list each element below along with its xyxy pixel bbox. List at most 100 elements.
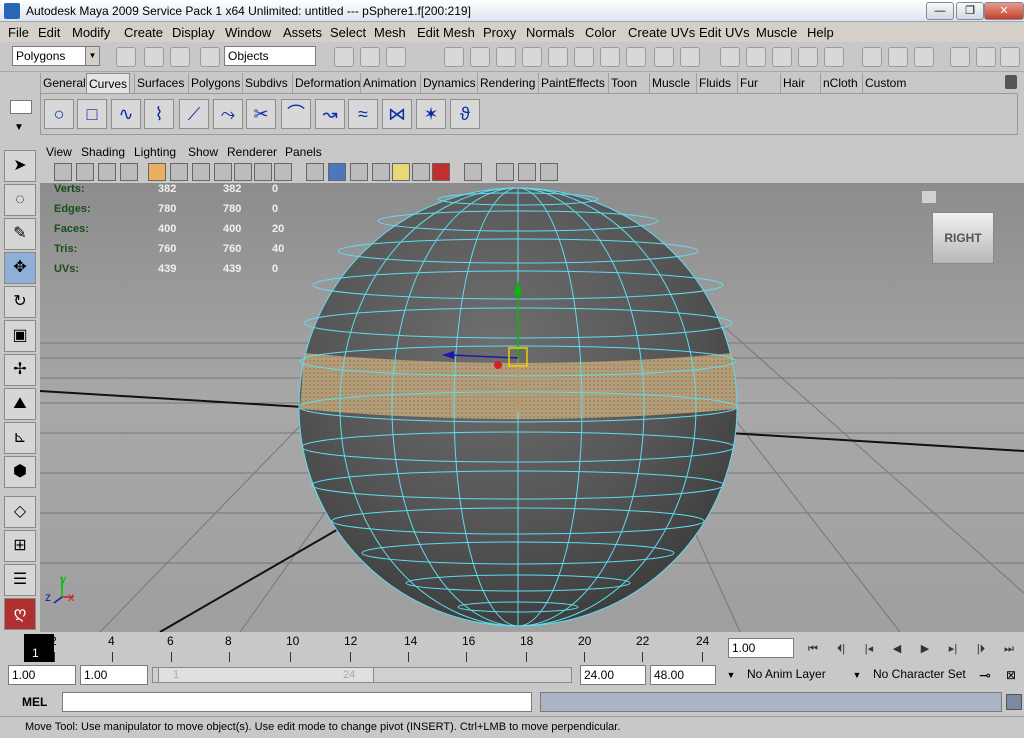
playback-end-field[interactable]: 24.00: [580, 665, 646, 685]
menu-window[interactable]: Window: [225, 25, 271, 40]
current-time-field[interactable]: 1.00: [728, 638, 794, 658]
scale-tool-icon[interactable]: ▣: [4, 320, 36, 352]
playback-start-field[interactable]: 1.00: [80, 665, 148, 685]
textured-icon[interactable]: [372, 163, 390, 181]
paint-select-tool-icon[interactable]: ✎: [4, 218, 36, 250]
panel-menu-lighting[interactable]: Lighting: [134, 145, 176, 159]
panel-menu-view[interactable]: View: [46, 145, 72, 159]
close-button[interactable]: ✕: [984, 2, 1024, 20]
step-forward-frame-icon[interactable]: |⏵: [970, 640, 992, 658]
animation-end-field[interactable]: 48.00: [650, 665, 716, 685]
menu-muscle[interactable]: Muscle: [756, 25, 797, 40]
select-curves-icon[interactable]: [496, 47, 516, 67]
xray-icon[interactable]: [496, 163, 514, 181]
camera-select-icon[interactable]: [54, 163, 72, 181]
select-handles-icon[interactable]: [444, 47, 464, 67]
panel-menu-panels[interactable]: Panels: [285, 145, 322, 159]
shelf-tab-hair[interactable]: Hair: [780, 73, 807, 93]
select-surfaces-icon[interactable]: [522, 47, 542, 67]
shelf-tab-toggle-icon[interactable]: [10, 100, 32, 114]
maximize-button[interactable]: ❐: [956, 2, 984, 20]
menu-proxy[interactable]: Proxy: [483, 25, 516, 40]
step-back-frame-icon[interactable]: ⏴|: [830, 640, 852, 658]
show-manipulator-icon[interactable]: ⊾: [4, 422, 36, 454]
menu-edit[interactable]: Edit: [38, 25, 60, 40]
shelf-tab-ncloth[interactable]: nCloth: [820, 73, 860, 93]
safe-title-icon[interactable]: [274, 163, 292, 181]
menu-edit-mesh[interactable]: Edit Mesh: [417, 25, 475, 40]
menu-color[interactable]: Color: [585, 25, 616, 40]
component-mode-icon[interactable]: [386, 47, 406, 67]
shelf-tab-polygons[interactable]: Polygons: [188, 73, 242, 93]
render-frame-icon[interactable]: [950, 47, 970, 67]
lasso-tool-icon[interactable]: ◌: [4, 184, 36, 216]
menu-mesh[interactable]: Mesh: [374, 25, 406, 40]
output-history-icon[interactable]: [888, 47, 908, 67]
selection-mask-icon[interactable]: [200, 47, 220, 67]
menu-assets[interactable]: Assets: [283, 25, 322, 40]
grid-toggle-icon[interactable]: [148, 163, 166, 181]
open-scene-icon[interactable]: [144, 47, 164, 67]
rotate-tool-icon[interactable]: ↻: [4, 286, 36, 318]
high-quality-icon[interactable]: [432, 163, 450, 181]
select-joints-icon[interactable]: [470, 47, 490, 67]
step-forward-key-icon[interactable]: ▸|: [942, 640, 964, 658]
shelf-tab-deformation[interactable]: Deformation: [292, 73, 362, 93]
time-slider-track[interactable]: 1 2 4 6 8 10 12 14 16 18 20 22 24: [12, 632, 720, 662]
curve-detach-icon[interactable]: ✂: [246, 99, 276, 129]
soft-modification-icon[interactable]: ⛰: [4, 388, 36, 420]
trash-icon[interactable]: [1005, 75, 1017, 89]
backface-culling-icon[interactable]: [540, 163, 558, 181]
shelf-menu-arrow-icon[interactable]: ▼: [14, 122, 24, 133]
hierarchy-mode-icon[interactable]: [334, 47, 354, 67]
perspective-viewport[interactable]: y z x Verts: 382 382 0 Edges: 780 780 0 …: [40, 183, 1024, 632]
select-tool-icon[interactable]: ➤: [4, 150, 36, 182]
chevron-down-icon[interactable]: ▼: [846, 666, 868, 684]
panel-menu-shading[interactable]: Shading: [81, 145, 125, 159]
shelf-tab-general[interactable]: General: [40, 73, 88, 93]
single-perspective-layout-icon[interactable]: ◇: [4, 496, 36, 528]
select-deformations-icon[interactable]: [548, 47, 568, 67]
go-to-start-icon[interactable]: ⏮: [802, 640, 824, 658]
shelf-tab-animation[interactable]: Animation: [360, 73, 418, 93]
shelf-tab-fluids[interactable]: Fluids: [696, 73, 733, 93]
nurbs-square-icon[interactable]: □: [77, 99, 107, 129]
construction-history-icon[interactable]: [914, 47, 934, 67]
go-to-end-icon[interactable]: ⏭: [998, 640, 1020, 658]
resolution-gate-icon[interactable]: [192, 163, 210, 181]
ep-curve-tool-icon[interactable]: ⌇: [144, 99, 174, 129]
shelf-tab-fur[interactable]: Fur: [737, 73, 760, 93]
shelf-tab-custom[interactable]: Custom: [862, 73, 908, 93]
menu-modify[interactable]: Modify: [72, 25, 110, 40]
snap-curve-icon[interactable]: [746, 47, 766, 67]
chevron-down-icon[interactable]: ▼: [720, 666, 742, 684]
object-mode-icon[interactable]: [360, 47, 380, 67]
smooth-shade-icon[interactable]: [328, 163, 346, 181]
menu-display[interactable]: Display: [172, 25, 215, 40]
shelf-tab-curves[interactable]: Curves: [86, 73, 131, 93]
shelf-tab-rendering[interactable]: Rendering: [477, 73, 537, 93]
insert-knot-icon[interactable]: ⌒: [281, 99, 311, 129]
image-plane-icon[interactable]: [120, 163, 138, 181]
make-live-icon[interactable]: [824, 47, 844, 67]
snap-grid-icon[interactable]: [720, 47, 740, 67]
gate-mask-icon[interactable]: [214, 163, 232, 181]
add-points-icon[interactable]: ✶: [416, 99, 446, 129]
menu-file[interactable]: File: [8, 25, 29, 40]
xray-joints-icon[interactable]: [518, 163, 536, 181]
play-backwards-icon[interactable]: ◀: [886, 640, 908, 658]
lock-selection-icon[interactable]: [654, 47, 674, 67]
curve-editing-tool-icon[interactable]: ϑ: [450, 99, 480, 129]
outliner-layout-icon[interactable]: ☰: [4, 564, 36, 596]
mel-command-input[interactable]: [62, 692, 532, 712]
bookmarks-icon[interactable]: [98, 163, 116, 181]
nurbs-circle-icon[interactable]: ○: [44, 99, 74, 129]
auto-key-icon[interactable]: ⊸: [974, 666, 996, 684]
menu-create-uvs[interactable]: Create UVs: [628, 25, 695, 40]
render-settings-icon[interactable]: [1000, 47, 1020, 67]
viewcube[interactable]: RIGHT: [932, 212, 994, 264]
film-gate-icon[interactable]: [170, 163, 188, 181]
last-tool-used-icon[interactable]: ⬢: [4, 456, 36, 488]
anim-layer-select[interactable]: No Anim Layer: [744, 665, 844, 685]
menu-help[interactable]: Help: [807, 25, 834, 40]
